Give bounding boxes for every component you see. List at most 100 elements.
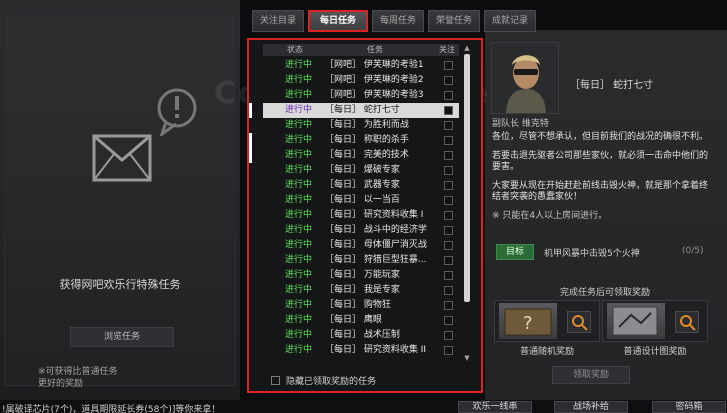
follow-checkbox[interactable] (444, 196, 453, 205)
follow-checkbox[interactable] (444, 286, 453, 295)
task-row[interactable]: 进行中 ［每日］ 万能玩家 (263, 268, 459, 283)
task-name: ［每日］ 为胜利而战 (325, 120, 409, 130)
task-list-scrollbar[interactable]: ▲ ▼ (463, 44, 471, 362)
follow-checkbox[interactable] (444, 211, 453, 220)
tab-honor[interactable]: 荣誉任务 (428, 10, 480, 32)
task-name: ［每日］ 武器专家 (325, 180, 400, 190)
task-row[interactable]: 进行中 ［每日］ 完美的技术 (249, 148, 459, 163)
task-row[interactable]: 进行中 ［网吧］ 伊芙琳的考验1 (263, 58, 459, 73)
task-name: ［每日］ 万能玩家 (325, 270, 400, 280)
task-status: 进行中 (285, 105, 313, 115)
header-status: 状态 (287, 45, 303, 54)
alert-bubble-icon (157, 88, 197, 136)
scroll-up-icon[interactable]: ▲ (463, 44, 471, 52)
row-marker (249, 148, 252, 163)
goal-badge: 目标 (496, 244, 534, 260)
note-line-2: 更好的奖励 (38, 379, 84, 389)
battlefield-supply-button[interactable]: 战场补给 (554, 401, 628, 413)
follow-checkbox[interactable] (444, 331, 453, 340)
task-status: 进行中 (285, 225, 313, 235)
mail-icon (92, 134, 152, 182)
task-row[interactable]: 进行中 ［每日］ 母体僵尸消灭战 (263, 238, 459, 253)
task-list-header: 状态 任务 关注 (263, 44, 459, 56)
magnifier-icon[interactable] (567, 311, 591, 333)
follow-checkbox[interactable] (444, 136, 453, 145)
follow-checkbox[interactable] (444, 256, 453, 265)
goal-progress: (0/5) (682, 246, 704, 256)
task-row[interactable]: 进行中 ［每日］ 鹰眼 (263, 313, 459, 328)
tab-followed[interactable]: 关注目录 (252, 10, 304, 32)
follow-checkbox[interactable] (444, 106, 453, 115)
task-name: ［每日］ 战术压制 (325, 330, 400, 340)
header-task: 任务 (367, 45, 383, 54)
task-status: 进行中 (285, 210, 313, 220)
task-status: 进行中 (285, 150, 313, 160)
tab-daily[interactable]: 每日任务 (308, 10, 368, 32)
task-name: ［每日］ 称职的杀手 (325, 135, 409, 145)
task-status: 进行中 (285, 120, 313, 130)
tab-weekly[interactable]: 每周任务 (372, 10, 424, 32)
daily-task-panel: 状态 任务 关注 进行中 ［网吧］ 伊芙琳的考验1 进行中 ［网吧］ 伊芙琳的考… (247, 38, 483, 393)
task-name: ［每日］ 鹰眼 (325, 315, 382, 325)
blueprint-reward-card[interactable] (602, 300, 708, 342)
scroll-down-icon[interactable]: ▼ (463, 354, 471, 362)
task-status: 进行中 (285, 75, 313, 85)
task-detail-title: ［每日］ 蛇打七寸 (570, 80, 654, 91)
task-row[interactable]: 进行中 ［每日］ 狩猎巨型狂暴... (263, 253, 459, 268)
description-note: ※ 只能在4人以上房间进行。 (492, 211, 608, 221)
follow-checkbox[interactable] (444, 181, 453, 190)
header-follow: 关注 (439, 45, 455, 54)
hide-claimed-toggle[interactable]: 隐藏已领取奖励的任务 (271, 374, 376, 387)
task-status: 进行中 (285, 90, 313, 100)
task-row[interactable]: 进行中 ［每日］ 我是专家 (263, 283, 459, 298)
task-row[interactable]: 进行中 ［每日］ 研究资料收集 I (263, 208, 459, 223)
task-status: 进行中 (285, 345, 313, 355)
row-marker (249, 133, 252, 148)
npc-portrait (491, 42, 559, 114)
task-status: 进行中 (285, 240, 313, 250)
task-row[interactable]: 进行中 ［每日］ 为胜利而战 (263, 118, 459, 133)
task-row[interactable]: 进行中 ［网吧］ 伊芙琳的考验3 (263, 88, 459, 103)
follow-checkbox[interactable] (444, 151, 453, 160)
task-row[interactable]: 进行中 ［每日］ 购物狂 (263, 298, 459, 313)
follow-checkbox[interactable] (444, 301, 453, 310)
random-reward-card[interactable]: ? (494, 300, 600, 342)
task-row[interactable]: 进行中 ［每日］ 武器专家 (263, 178, 459, 193)
task-name: ［每日］ 狩猎巨型狂暴... (325, 255, 427, 265)
task-status: 进行中 (285, 300, 313, 310)
follow-checkbox[interactable] (444, 226, 453, 235)
follow-checkbox[interactable] (444, 91, 453, 100)
follow-checkbox[interactable] (444, 241, 453, 250)
password-box-button[interactable]: 密码箱 (652, 401, 726, 413)
follow-checkbox[interactable] (444, 166, 453, 175)
task-name: ［每日］ 购物狂 (325, 300, 391, 310)
task-description: 各位，尽管不想承认，但目前我们的战况的确很不利。 若要击退先驱者公司那些家伙，就… (492, 132, 714, 230)
task-row[interactable]: 进行中 ［每日］ 研究资料收集 II (263, 343, 459, 358)
task-name: ［每日］ 以一当百 (325, 195, 400, 205)
internet-cafe-note: ※可获得比普通任务 更好的奖励 (38, 366, 218, 390)
magnifier-icon[interactable] (675, 311, 699, 333)
reward-title: 完成任务后可领取奖励 (560, 288, 651, 298)
follow-checkbox[interactable] (444, 316, 453, 325)
task-row[interactable]: 进行中 ［每日］ 爆破专家 (263, 163, 459, 178)
hide-claimed-checkbox[interactable] (271, 376, 280, 385)
task-row[interactable]: 进行中 ［每日］ 战术压制 (263, 328, 459, 343)
task-row[interactable]: 进行中 ［网吧］ 伊芙琳的考验2 (263, 73, 459, 88)
follow-checkbox[interactable] (444, 271, 453, 280)
tab-achievements[interactable]: 成就记录 (484, 10, 536, 32)
fun-line-button[interactable]: 欢乐一线串 (458, 401, 532, 413)
task-name: ［网吧］ 伊芙琳的考验1 (325, 60, 424, 70)
follow-checkbox[interactable] (444, 346, 453, 355)
follow-checkbox[interactable] (444, 61, 453, 70)
task-status: 进行中 (285, 180, 313, 190)
scrollbar-thumb[interactable] (464, 54, 470, 302)
browse-tasks-button[interactable]: 浏览任务 (70, 327, 174, 347)
claim-reward-button[interactable]: 领取奖励 (552, 366, 630, 384)
task-row[interactable]: 进行中 ［每日］ 战斗中的经济学 (263, 223, 459, 238)
follow-checkbox[interactable] (444, 121, 453, 130)
task-row[interactable]: 进行中 ［每日］ 以一当百 (263, 193, 459, 208)
task-name: ［每日］ 战斗中的经济学 (325, 225, 427, 235)
task-row[interactable]: 进行中 ［每日］ 称职的杀手 (249, 133, 459, 148)
follow-checkbox[interactable] (444, 76, 453, 85)
task-row-selected[interactable]: 进行中 ［每日］ 蛇打七寸 (249, 103, 459, 118)
